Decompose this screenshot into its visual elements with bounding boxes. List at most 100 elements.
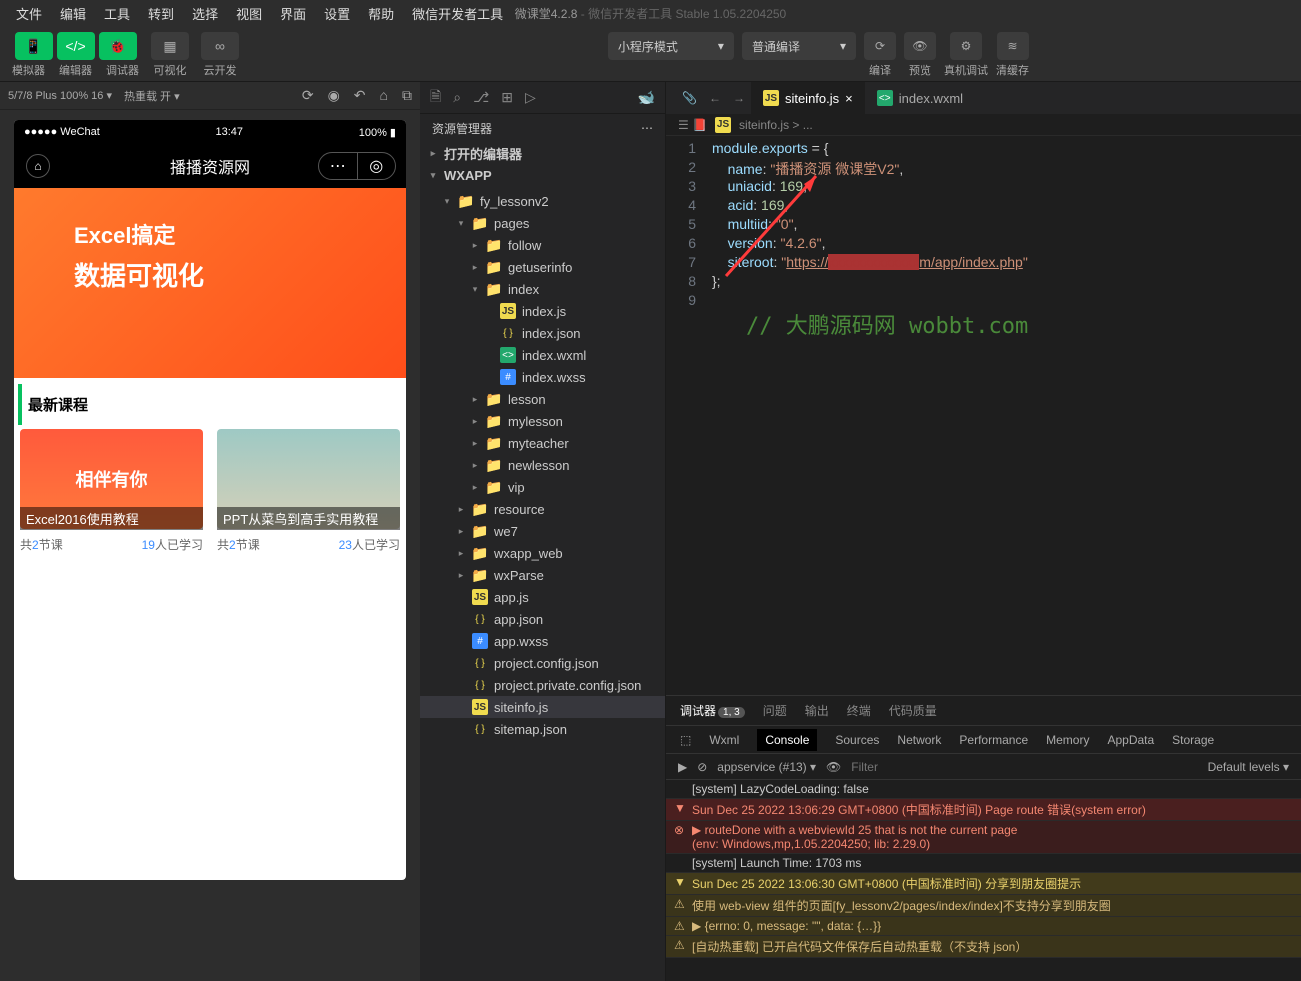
- tab-siteinfo[interactable]: JSsiteinfo.js×: [751, 82, 865, 114]
- tree-item[interactable]: ▸📁mylesson: [420, 410, 665, 432]
- menu-item[interactable]: 视图: [236, 4, 262, 23]
- tree-item[interactable]: ▾📁index: [420, 278, 665, 300]
- devtool-tab[interactable]: Storage: [1172, 733, 1214, 747]
- root-section[interactable]: ▾WXAPP: [420, 164, 665, 186]
- banner[interactable]: Excel搞定 数据可视化: [14, 188, 406, 378]
- menu-item[interactable]: 转到: [148, 4, 174, 23]
- visual-button[interactable]: ▦: [151, 32, 189, 60]
- tree-item[interactable]: ▸📁myteacher: [420, 432, 665, 454]
- dbg-tab[interactable]: 问题: [763, 702, 787, 719]
- dbg-tab[interactable]: 输出: [805, 702, 829, 719]
- log-line: ⊗▶ routeDone with a webviewId 25 that is…: [666, 821, 1301, 854]
- whale-icon[interactable]: 🐋: [638, 89, 655, 106]
- menu-item[interactable]: 文件: [16, 4, 42, 23]
- log-line: [system] Launch Time: 1703 ms: [666, 854, 1301, 873]
- course-card[interactable]: PPT从菜鸟到高手实用教程 共2节课23人已学习: [217, 429, 400, 553]
- devtool-tab[interactable]: Wxml: [709, 733, 739, 747]
- debug-icon[interactable]: ▷: [525, 89, 536, 106]
- tree-item[interactable]: { }app.json: [420, 608, 665, 630]
- tree-item[interactable]: ▸📁resource: [420, 498, 665, 520]
- record-icon[interactable]: ◉: [328, 87, 340, 104]
- compile-button[interactable]: ⟳: [864, 32, 896, 60]
- course-cards: 相伴有你 Excel2016使用教程 共2节课19人已学习 PPT从菜鸟到高手实…: [14, 425, 406, 557]
- tree-item[interactable]: JSapp.js: [420, 586, 665, 608]
- opened-editors-section[interactable]: ▸打开的编辑器: [420, 142, 665, 164]
- menu-item[interactable]: 界面: [280, 4, 306, 23]
- editor-button[interactable]: </>: [57, 32, 95, 60]
- filter-input[interactable]: [851, 760, 1197, 774]
- tree-item[interactable]: { }project.config.json: [420, 652, 665, 674]
- cache-button[interactable]: ≋: [997, 32, 1029, 60]
- devtool-tab[interactable]: Sources: [835, 733, 879, 747]
- tree-item[interactable]: { }index.json: [420, 322, 665, 344]
- dbg-tab[interactable]: 调试器1, 3: [680, 702, 745, 719]
- menu-item[interactable]: 选择: [192, 4, 218, 23]
- nav-back-icon[interactable]: ⌂: [26, 154, 50, 178]
- code-editor[interactable]: 1module.exports = { 2 name: "播播资源 微课堂V2"…: [666, 136, 1301, 695]
- home-icon[interactable]: ⌂: [380, 87, 388, 104]
- device-select[interactable]: 5/7/8 Plus 100% 16 ▾: [8, 89, 112, 102]
- more-icon[interactable]: ⋯: [641, 121, 653, 135]
- tree-item[interactable]: <>index.wxml: [420, 344, 665, 366]
- simulator-button[interactable]: 📱: [15, 32, 53, 60]
- tree-item[interactable]: ▸📁lesson: [420, 388, 665, 410]
- tree-item[interactable]: ▸📁getuserinfo: [420, 256, 665, 278]
- debugger-button[interactable]: 🐞: [99, 32, 137, 60]
- mode-select[interactable]: 小程序模式▾: [608, 32, 734, 60]
- nav-left-icon[interactable]: ←: [709, 91, 721, 105]
- menu-item[interactable]: 帮助: [368, 4, 394, 23]
- devtool-tab[interactable]: Performance: [959, 733, 1028, 747]
- devtool-tab[interactable]: AppData: [1107, 733, 1154, 747]
- popout-icon[interactable]: ⧉: [402, 87, 412, 104]
- eye-icon[interactable]: 👁: [826, 760, 841, 774]
- compile-select[interactable]: 普通编译▾: [742, 32, 856, 60]
- levels-select[interactable]: Default levels ▾: [1208, 760, 1289, 774]
- capsule[interactable]: ⋯◎: [318, 152, 396, 180]
- menu-item[interactable]: 设置: [324, 4, 350, 23]
- tab-indexwxml[interactable]: <>index.wxml: [865, 82, 975, 114]
- tree-item[interactable]: { }project.private.config.json: [420, 674, 665, 696]
- dbg-tab[interactable]: 代码质量: [889, 702, 937, 719]
- breadcrumb[interactable]: ☰ 📕 JSsiteinfo.js > ...: [666, 114, 1301, 136]
- tree-item[interactable]: ▸📁wxParse: [420, 564, 665, 586]
- preview-button[interactable]: 👁: [904, 32, 936, 60]
- tree-item[interactable]: ▸📁newlesson: [420, 454, 665, 476]
- clear-icon[interactable]: ⊘: [697, 760, 707, 774]
- remote-button[interactable]: ⚙: [950, 32, 982, 60]
- nav-right-icon[interactable]: →: [733, 91, 745, 105]
- branch-icon[interactable]: ⎇: [473, 89, 489, 106]
- cloud-button[interactable]: ∞: [201, 32, 239, 60]
- tree-item[interactable]: #app.wxss: [420, 630, 665, 652]
- devtool-tab[interactable]: Memory: [1046, 733, 1089, 747]
- tree-item[interactable]: ▸📁vip: [420, 476, 665, 498]
- menu-item[interactable]: 编辑: [60, 4, 86, 23]
- tree-item[interactable]: ▸📁we7: [420, 520, 665, 542]
- ext-icon[interactable]: ⊞: [501, 89, 513, 106]
- menu-item[interactable]: 微信开发者工具: [412, 4, 503, 23]
- console-output[interactable]: [system] LazyCodeLoading: false▼Sun Dec …: [666, 780, 1301, 981]
- inspect-icon[interactable]: ⬚: [680, 733, 691, 747]
- play-icon[interactable]: ▶: [678, 760, 687, 774]
- files-icon[interactable]: 🗎: [430, 86, 441, 110]
- search-icon[interactable]: ⌕: [453, 89, 461, 106]
- course-card[interactable]: 相伴有你 Excel2016使用教程 共2节课19人已学习: [20, 429, 203, 553]
- tree-item[interactable]: #index.wxss: [420, 366, 665, 388]
- close-icon[interactable]: ×: [845, 91, 853, 106]
- tree-item[interactable]: ▸📁wxapp_web: [420, 542, 665, 564]
- file-tree: ▾📁fy_lessonv2▾📁pages▸📁follow▸📁getuserinf…: [420, 186, 665, 981]
- tree-item[interactable]: ▾📁pages: [420, 212, 665, 234]
- dbg-tab[interactable]: 终端: [847, 702, 871, 719]
- menu-item[interactable]: 工具: [104, 4, 130, 23]
- tree-item[interactable]: { }sitemap.json: [420, 718, 665, 740]
- tree-item[interactable]: ▸📁follow: [420, 234, 665, 256]
- back-icon[interactable]: ↶: [354, 87, 366, 104]
- hotreload-toggle[interactable]: 热重载 开 ▾: [124, 88, 180, 104]
- tree-item[interactable]: JSindex.js: [420, 300, 665, 322]
- devtool-tab[interactable]: Console: [757, 729, 817, 751]
- devtool-tab[interactable]: Network: [897, 733, 941, 747]
- context-select[interactable]: appservice (#13) ▾: [717, 760, 816, 774]
- tree-item[interactable]: ▾📁fy_lessonv2: [420, 190, 665, 212]
- refresh-icon[interactable]: ⟳: [302, 87, 314, 104]
- pin-icon[interactable]: 📎: [682, 91, 697, 105]
- tree-item[interactable]: JSsiteinfo.js: [420, 696, 665, 718]
